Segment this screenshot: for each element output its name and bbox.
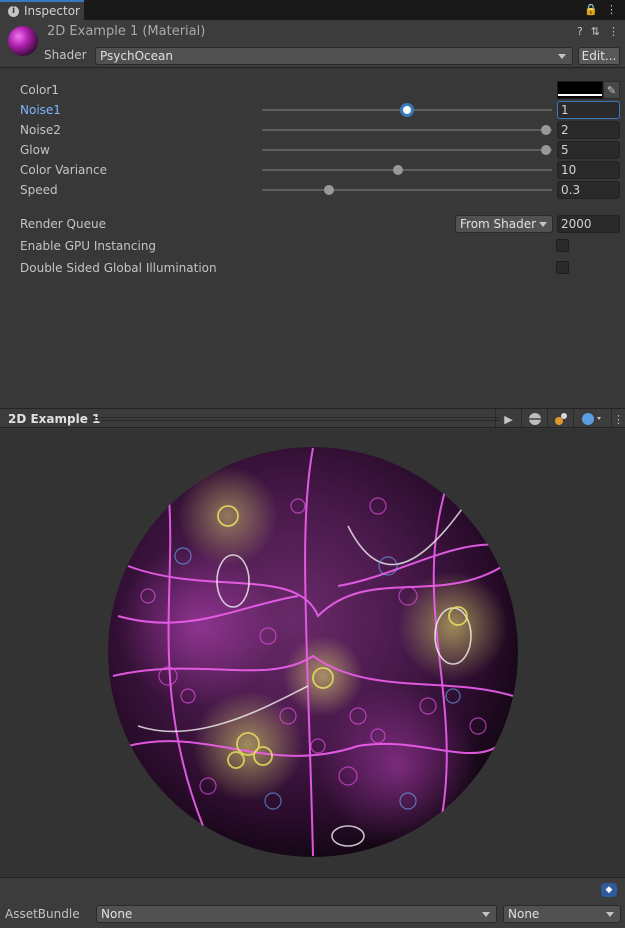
material-header: 2D Example 1 (Material) ? ⇅ ⋮ Shader Psy… xyxy=(0,20,625,68)
color-variance-label: Color Variance xyxy=(20,163,107,177)
assetbundle-variant-value: None xyxy=(508,907,540,921)
noise1-field[interactable]: 1 xyxy=(557,101,620,119)
kebab-menu-icon[interactable]: ⋮ xyxy=(611,409,625,429)
render-queue-label: Render Queue xyxy=(20,217,106,231)
slider-row-noise2: Noise2 2 xyxy=(0,120,625,140)
kebab-menu-icon[interactable]: ⋮ xyxy=(606,3,617,16)
slider-row-color-variance: Color Variance 10 xyxy=(0,160,625,180)
assetbundle-value: None xyxy=(101,907,133,921)
chevron-down-icon xyxy=(606,912,614,917)
tab-bar: i Inspector 🔒 ⋮ xyxy=(0,0,625,20)
double-sided-gi-label: Double Sided Global Illumination xyxy=(20,261,217,275)
material-title: 2D Example 1 (Material) xyxy=(47,24,206,39)
shader-label: Shader xyxy=(44,48,87,62)
slider-track[interactable] xyxy=(262,129,552,131)
preview-title: 2D Example 1 xyxy=(8,412,101,426)
presets-icon[interactable]: ⇅ xyxy=(591,25,600,38)
gpu-instancing-label: Enable GPU Instancing xyxy=(20,239,157,253)
color1-swatch[interactable] xyxy=(557,81,603,99)
render-queue-dropdown[interactable]: From Shader xyxy=(455,215,553,233)
psychedelic-sphere-image xyxy=(108,447,518,857)
slider-track[interactable] xyxy=(262,169,552,171)
slider-row-glow: Glow 5 xyxy=(0,140,625,160)
slider-row-speed: Speed 0.3 xyxy=(0,180,625,200)
slider-thumb[interactable] xyxy=(541,125,552,135)
info-icon: i xyxy=(8,5,19,17)
tab-inspector[interactable]: i Inspector xyxy=(0,0,84,20)
assetbundle-footer: ◆ AssetBundle None None xyxy=(0,877,625,928)
preview-shape-dropdown[interactable] xyxy=(573,409,611,429)
lock-icon[interactable]: 🔒 xyxy=(584,3,598,16)
resize-grip[interactable] xyxy=(92,417,500,421)
tab-actions: 🔒 ⋮ xyxy=(584,3,617,16)
shader-value: PsychOcean xyxy=(100,49,173,63)
speed-field[interactable]: 0.3 xyxy=(557,181,620,199)
speed-label: Speed xyxy=(20,183,58,197)
preview-buttons: ▶ ⋮ xyxy=(495,409,625,429)
assetbundle-label: AssetBundle xyxy=(5,907,80,921)
eyedropper-icon[interactable]: ✎ xyxy=(603,81,620,99)
glow-label: Glow xyxy=(20,143,50,157)
slider-thumb[interactable] xyxy=(541,145,552,155)
tag-icon[interactable]: ◆ xyxy=(601,883,617,897)
gpu-instancing-checkbox[interactable] xyxy=(556,239,569,252)
noise1-label: Noise1 xyxy=(20,103,61,117)
slider-track[interactable] xyxy=(262,189,552,191)
color-variance-field[interactable]: 10 xyxy=(557,161,620,179)
render-queue-row: Render Queue From Shader 2000 xyxy=(0,214,625,234)
chevron-down-icon xyxy=(539,222,547,227)
assetbundle-dropdown[interactable]: None xyxy=(96,905,497,923)
material-preview-sphere[interactable] xyxy=(108,446,518,858)
edit-shader-button[interactable]: Edit... xyxy=(578,47,620,65)
lighting-icon[interactable] xyxy=(547,409,573,429)
noise2-label: Noise2 xyxy=(20,123,61,137)
header-icons: ? ⇅ ⋮ xyxy=(577,25,619,38)
preview-toolbar: 2D Example 1 ▶ ⋮ xyxy=(0,408,625,429)
slider-track[interactable] xyxy=(262,149,552,151)
color1-row: Color1 ✎ xyxy=(0,80,625,100)
assetbundle-variant-dropdown[interactable]: None xyxy=(503,905,621,923)
play-icon[interactable]: ▶ xyxy=(495,409,521,429)
chevron-down-icon xyxy=(482,912,490,917)
render-queue-mode: From Shader xyxy=(460,217,537,231)
slider-thumb[interactable] xyxy=(323,185,334,195)
slider-thumb[interactable] xyxy=(400,103,414,117)
double-sided-gi-checkbox[interactable] xyxy=(556,261,569,274)
kebab-menu-icon[interactable]: ⋮ xyxy=(608,25,619,38)
glow-field[interactable]: 5 xyxy=(557,141,620,159)
slider-thumb[interactable] xyxy=(393,165,404,175)
tab-label: Inspector xyxy=(24,4,80,18)
gpu-instancing-row: Enable GPU Instancing xyxy=(0,236,625,256)
shader-dropdown[interactable]: PsychOcean xyxy=(95,47,573,65)
slider-row-noise1: Noise1 1 xyxy=(0,100,625,120)
noise2-field[interactable]: 2 xyxy=(557,121,620,139)
chevron-down-icon xyxy=(558,54,566,59)
double-sided-gi-row: Double Sided Global Illumination xyxy=(0,258,625,278)
help-icon[interactable]: ? xyxy=(577,25,583,38)
color1-label: Color1 xyxy=(20,83,59,97)
sphere-mesh-icon[interactable] xyxy=(521,409,547,429)
material-properties: Color1 ✎ Noise1 1 Noise2 2 Glow 5 Color … xyxy=(0,69,625,407)
render-queue-field[interactable]: 2000 xyxy=(557,215,620,233)
material-thumbnail xyxy=(8,26,38,56)
